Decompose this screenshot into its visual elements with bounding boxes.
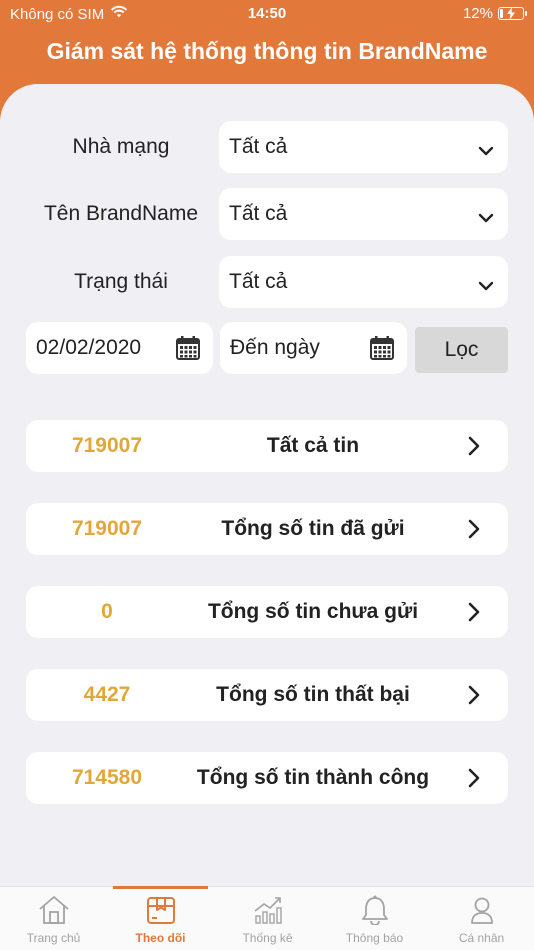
filter-status-row: Trạng thái Tất cả — [0, 256, 534, 308]
chevron-right-icon — [468, 602, 480, 627]
stat-value: 719007 — [71, 434, 143, 457]
filter-network-row: Nhà mạng Tất cả — [0, 121, 534, 173]
chevron-right-icon — [468, 436, 480, 461]
filter-brandname-row: Tên BrandName Tất cả — [0, 188, 534, 240]
brandname-select[interactable]: Tất cả — [219, 188, 508, 240]
stat-failed-messages[interactable]: 4427 Tổng số tin thất bại — [26, 669, 508, 721]
chevron-down-icon — [478, 139, 494, 163]
tab-label: Theo dõi — [135, 931, 186, 945]
stat-value: 0 — [101, 600, 113, 623]
network-label: Nhà mạng — [72, 135, 170, 158]
status-select[interactable]: Tất cả — [219, 256, 508, 308]
date-to-field[interactable]: Đến ngày — [220, 322, 407, 374]
date-to-placeholder: Đến ngày — [230, 336, 320, 359]
stat-value: 714580 — [71, 766, 143, 789]
tab-label: Thống kê — [242, 931, 293, 945]
battery-icon — [498, 7, 527, 20]
chart-icon — [251, 895, 285, 928]
status-value: Tất cả — [229, 270, 288, 293]
chevron-down-icon — [478, 274, 494, 298]
calendar-icon — [369, 335, 395, 367]
box-icon — [144, 895, 178, 928]
date-from-field[interactable]: 02/02/2020 — [26, 322, 213, 374]
user-icon — [465, 895, 499, 928]
chevron-down-icon — [478, 206, 494, 230]
filter-button[interactable]: Lọc — [415, 327, 508, 373]
chevron-right-icon — [468, 768, 480, 793]
battery-status: 12% — [462, 5, 527, 22]
stat-unsent-messages[interactable]: 0 Tổng số tin chưa gửi — [26, 586, 508, 638]
stat-label: Tổng số tin đã gửi — [221, 517, 405, 540]
status-label: Trạng thái — [74, 270, 168, 293]
bottom-tab-bar: Trang chủ Theo dõi Thống kê Thông báo Cá… — [0, 886, 534, 950]
status-bar: Không có SIM 14:50 12% — [0, 0, 534, 28]
network-value: Tất cả — [229, 135, 288, 158]
tab-label: Trang chủ — [26, 931, 81, 945]
bell-icon — [358, 895, 392, 928]
stat-success-messages[interactable]: 714580 Tổng số tin thành công — [26, 752, 508, 804]
tab-label: Cá nhân — [458, 931, 505, 945]
tab-profile[interactable]: Cá nhân — [428, 887, 534, 950]
chevron-right-icon — [468, 685, 480, 710]
page-title: Giám sát hệ thống thông tin BrandName — [46, 38, 488, 64]
calendar-icon — [175, 335, 201, 367]
stat-all-messages[interactable]: 719007 Tất cả tin — [26, 420, 508, 472]
tab-label: Thông báo — [345, 931, 404, 945]
home-icon — [37, 895, 71, 928]
tab-notifications[interactable]: Thông báo — [321, 887, 428, 950]
stat-label: Tổng số tin thất bại — [216, 683, 410, 706]
chevron-right-icon — [468, 519, 480, 544]
stat-label: Tổng số tin chưa gửi — [207, 600, 419, 623]
brandname-value: Tất cả — [229, 202, 288, 225]
stat-value: 4427 — [83, 683, 131, 706]
tab-monitor[interactable]: Theo dõi — [107, 886, 214, 950]
stat-label: Tất cả tin — [266, 434, 360, 457]
tab-statistics[interactable]: Thống kê — [214, 887, 321, 950]
brandname-label: Tên BrandName — [43, 202, 199, 225]
tab-home[interactable]: Trang chủ — [0, 887, 107, 950]
stat-value: 719007 — [71, 517, 143, 540]
date-from-value: 02/02/2020 — [36, 336, 142, 359]
clock: 14:50 — [247, 5, 287, 22]
stat-sent-messages[interactable]: 719007 Tổng số tin đã gửi — [26, 503, 508, 555]
network-select[interactable]: Tất cả — [219, 121, 508, 173]
battery-percent: 12% — [462, 5, 493, 22]
stat-label: Tổng số tin thành công — [196, 766, 430, 789]
